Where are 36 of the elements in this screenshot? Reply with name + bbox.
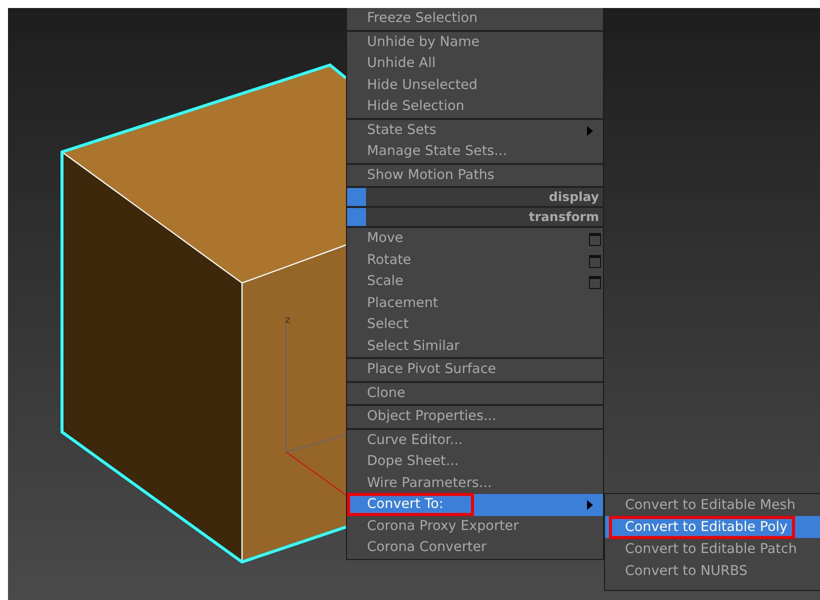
section-header: display xyxy=(347,188,603,206)
menu-item[interactable]: Clone xyxy=(347,382,603,404)
menu-item[interactable]: Place Pivot Surface xyxy=(347,359,603,380)
menu-item[interactable]: Convert to NURBS xyxy=(605,560,820,582)
menu-item[interactable]: Rotate xyxy=(347,250,603,271)
menu-item[interactable]: Wire Parameters... xyxy=(347,472,603,494)
menu-item[interactable]: Placement xyxy=(347,292,603,314)
menu-item[interactable]: Scale xyxy=(347,271,603,292)
menu-item[interactable]: Hide Selection xyxy=(347,96,603,118)
menu-item[interactable]: Convert to Editable Patch xyxy=(605,538,820,560)
menu-item[interactable]: Select Similar xyxy=(347,336,603,357)
section-header: transform xyxy=(347,208,603,226)
menu-item[interactable]: Object Properties... xyxy=(347,406,603,428)
axis-label: z xyxy=(285,315,290,326)
menu-item[interactable]: Unhide All xyxy=(347,53,603,74)
menu-item[interactable]: Convert To: xyxy=(347,494,603,516)
menu-item[interactable]: Move xyxy=(347,228,603,250)
option-box-icon[interactable] xyxy=(589,254,601,268)
menu-item[interactable]: Convert to Editable Poly xyxy=(605,516,820,538)
menu-item[interactable]: Dope Sheet... xyxy=(347,451,603,472)
option-box-icon[interactable] xyxy=(589,276,601,289)
menu-item[interactable]: Corona Proxy Exporter xyxy=(347,516,603,537)
submenu-arrow-icon xyxy=(587,500,593,510)
menu-item[interactable]: Curve Editor... xyxy=(347,430,603,451)
menu-item[interactable]: Convert to Editable Mesh xyxy=(605,494,820,516)
menu-item[interactable]: Unhide by Name xyxy=(347,32,603,53)
menu-item[interactable]: Corona Converter xyxy=(347,537,603,558)
option-box-icon[interactable] xyxy=(589,233,601,246)
menu-item[interactable]: Manage State Sets... xyxy=(347,141,603,162)
menu-item[interactable]: Show Motion Paths xyxy=(347,164,603,186)
menu-item[interactable]: State Sets xyxy=(347,120,603,141)
menu-item[interactable]: Select xyxy=(347,314,603,336)
viewport[interactable] xyxy=(8,8,820,600)
submenu-arrow-icon xyxy=(587,126,593,136)
menu-item[interactable]: Freeze Selection xyxy=(347,8,603,30)
menu-item[interactable]: Hide Unselected xyxy=(347,74,603,96)
